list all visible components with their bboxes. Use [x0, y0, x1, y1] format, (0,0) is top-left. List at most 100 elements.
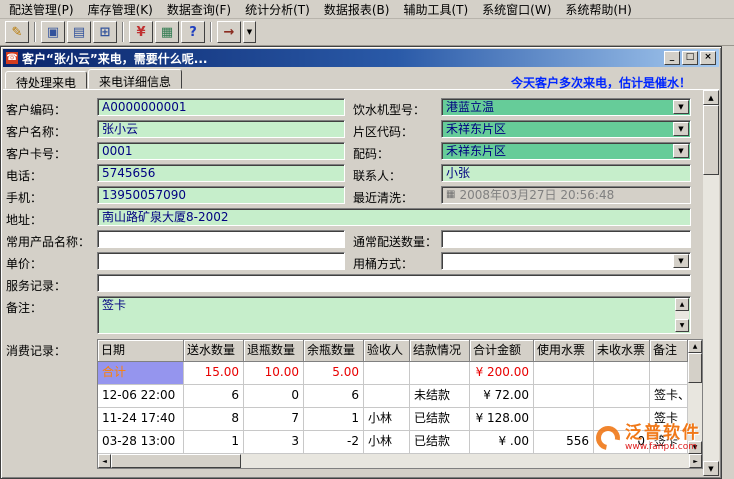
scroll-up-button[interactable]: ▲	[688, 340, 702, 353]
delivery-qty-input[interactable]	[441, 230, 691, 248]
column-header[interactable]: 退瓶数量	[244, 340, 304, 362]
address-input[interactable]: 南山路矿泉大厦8-2002	[97, 208, 691, 226]
customer-code-input[interactable]: A0000000001	[97, 98, 345, 116]
scroll-thumb[interactable]	[688, 353, 702, 383]
dropdown-arrow-icon[interactable]: ▼	[673, 144, 689, 158]
customer-card-input[interactable]: 0001	[97, 142, 345, 160]
scroll-thumb[interactable]	[111, 454, 241, 468]
table-cell[interactable]: 556	[534, 431, 594, 454]
table-cell[interactable]	[534, 408, 594, 431]
common-product-input[interactable]	[97, 230, 345, 248]
tab-call-details[interactable]: 来电详细信息	[88, 69, 182, 89]
table-cell[interactable]: 小林	[364, 408, 410, 431]
machine-model-select[interactable]: 港蓝立温 ▼	[441, 98, 691, 116]
menu-item[interactable]: 配送管理(P)	[2, 0, 81, 20]
column-header[interactable]: 日期	[98, 340, 184, 362]
table-cell[interactable]: 合计	[98, 362, 184, 385]
column-header[interactable]: 未收水票	[594, 340, 650, 362]
scroll-up-button[interactable]: ▲	[703, 90, 719, 105]
window-titlebar[interactable]: ☎ 客户“张小云”来电，需要什么呢... _ □ ×	[3, 49, 719, 67]
table-cell[interactable]	[594, 385, 650, 408]
table-cell[interactable]: 7	[244, 408, 304, 431]
table-cell[interactable]: 已结款	[410, 431, 470, 454]
table-cell[interactable]	[594, 362, 650, 385]
table-cell[interactable]: ¥ .00	[470, 431, 534, 454]
column-header[interactable]: 使用水票	[534, 340, 594, 362]
dropdown-arrow-icon[interactable]: ▼	[673, 100, 689, 114]
last-clean-datetime-field[interactable]: ▦ 2008年03月27日 20:56:48	[441, 186, 691, 204]
table-cell[interactable]: 已结款	[410, 408, 470, 431]
save-button[interactable]: ▣	[41, 21, 65, 43]
edit-button[interactable]: ✎	[5, 21, 29, 43]
menu-item[interactable]: 系统窗口(W)	[475, 0, 558, 20]
table-horizontal-scrollbar[interactable]: ◄ ►	[98, 454, 702, 468]
bucket-mode-select[interactable]: ▼	[441, 252, 691, 270]
maximize-button[interactable]: □	[682, 51, 698, 65]
customer-name-input[interactable]: 张小云	[97, 120, 345, 138]
exit-dropdown-arrow[interactable]: ▼	[243, 21, 256, 43]
table-cell[interactable]: 签卡、	[650, 385, 688, 408]
column-header[interactable]: 结款情况	[410, 340, 470, 362]
exit-button[interactable]: →	[217, 21, 241, 43]
menu-item[interactable]: 数据查询(F)	[160, 0, 238, 20]
table-cell[interactable]: 6	[304, 385, 364, 408]
table-cell[interactable]: 1	[184, 431, 244, 454]
scroll-down-button[interactable]: ▼	[703, 461, 719, 476]
district-code-select[interactable]: 禾祥东片区 ▼	[441, 120, 691, 138]
table-cell[interactable]: 15.00	[184, 362, 244, 385]
table-cell[interactable]: ¥ 200.00	[470, 362, 534, 385]
minimize-button[interactable]: _	[664, 51, 680, 65]
menu-item[interactable]: 系统帮助(H)	[558, 0, 638, 20]
service-record-input[interactable]	[97, 274, 691, 292]
table-cell[interactable]: 03-28 13:00	[98, 431, 184, 454]
table-cell[interactable]: 12-06 22:00	[98, 385, 184, 408]
column-header[interactable]: 合计金额	[470, 340, 534, 362]
dropdown-arrow-icon[interactable]: ▼	[673, 254, 689, 268]
phone-input[interactable]: 5745656	[97, 164, 345, 182]
scroll-right-button[interactable]: ►	[689, 454, 702, 468]
table-row[interactable]: 12-06 22:00606未结款¥ 72.00签卡、	[98, 385, 688, 408]
scroll-left-button[interactable]: ◄	[98, 454, 111, 468]
menu-item[interactable]: 辅助工具(T)	[396, 0, 475, 20]
panel-vertical-scrollbar[interactable]: ▲ ▼	[703, 90, 719, 476]
report-button[interactable]: ▦	[155, 21, 179, 43]
billing-button[interactable]: ¥	[129, 21, 153, 43]
table-cell[interactable]: 6	[184, 385, 244, 408]
table-cell[interactable]: 8	[184, 408, 244, 431]
table-cell[interactable]: 小林	[364, 431, 410, 454]
notes-scrollbar[interactable]: ▲ ▼	[675, 298, 689, 332]
table-cell[interactable]: ¥ 128.00	[470, 408, 534, 431]
menu-item[interactable]: 库存管理(K)	[81, 0, 160, 20]
contact-input[interactable]: 小张	[441, 164, 691, 182]
table-cell[interactable]	[364, 385, 410, 408]
copy-button[interactable]: ⊞	[93, 21, 117, 43]
table-cell[interactable]	[534, 362, 594, 385]
column-header[interactable]: 备注	[650, 340, 688, 362]
close-button[interactable]: ×	[700, 51, 716, 65]
table-cell[interactable]: 未结款	[410, 385, 470, 408]
match-code-select[interactable]: 禾祥东片区 ▼	[441, 142, 691, 160]
table-cell[interactable]: 10.00	[244, 362, 304, 385]
table-cell[interactable]: 1	[304, 408, 364, 431]
notes-textarea[interactable]: 签卡 ▲ ▼	[97, 296, 691, 334]
dropdown-arrow-icon[interactable]: ▼	[673, 122, 689, 136]
unit-price-input[interactable]	[97, 252, 345, 270]
table-row[interactable]: 合计15.0010.005.00¥ 200.00	[98, 362, 688, 385]
column-header[interactable]: 验收人	[364, 340, 410, 362]
table-cell[interactable]	[410, 362, 470, 385]
table-cell[interactable]: 11-24 17:40	[98, 408, 184, 431]
menu-item[interactable]: 数据报表(B)	[317, 0, 397, 20]
table-cell[interactable]	[534, 385, 594, 408]
scroll-up-icon[interactable]: ▲	[675, 298, 689, 311]
table-cell[interactable]	[650, 362, 688, 385]
tab-pending-calls[interactable]: 待处理来电	[5, 71, 87, 89]
mobile-input[interactable]: 13950057090	[97, 186, 345, 204]
table-cell[interactable]: ¥ 72.00	[470, 385, 534, 408]
help-button[interactable]: ?	[181, 21, 205, 43]
preview-button[interactable]: ▤	[67, 21, 91, 43]
column-header[interactable]: 送水数量	[184, 340, 244, 362]
scroll-thumb[interactable]	[703, 105, 719, 175]
menu-item[interactable]: 统计分析(T)	[238, 0, 317, 20]
table-cell[interactable]: -2	[304, 431, 364, 454]
table-cell[interactable]: 0	[244, 385, 304, 408]
